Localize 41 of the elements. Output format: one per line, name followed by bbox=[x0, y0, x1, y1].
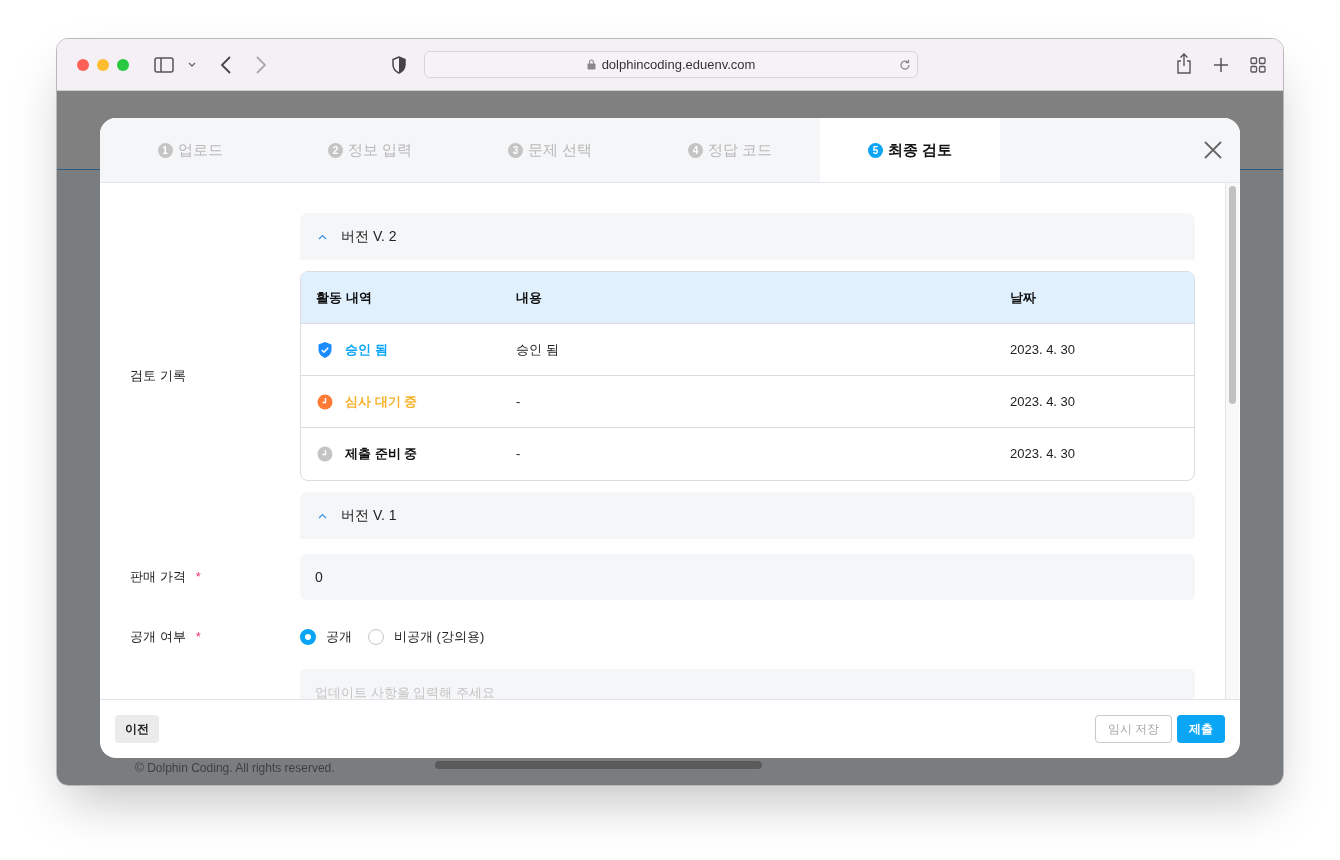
share-icon[interactable] bbox=[1176, 53, 1192, 75]
table-cell-text: 2023. 4. 30 bbox=[1009, 392, 1077, 411]
step-tab[interactable]: 5 최종 검토 bbox=[820, 118, 1000, 182]
table-cell-text: 2023. 4. 30 bbox=[1009, 445, 1077, 464]
plus-icon[interactable] bbox=[1214, 58, 1228, 72]
radio-option[interactable]: 공개 bbox=[300, 627, 352, 647]
radio-option[interactable]: 비공개 (강의용) bbox=[368, 627, 485, 647]
version-header[interactable]: 버전 V. 2 bbox=[300, 213, 1195, 260]
clock-icon bbox=[317, 445, 333, 463]
price-field[interactable]: 0 bbox=[300, 554, 1195, 600]
table-cell-text: 2023. 4. 30 bbox=[1009, 340, 1077, 359]
chevron-down-icon[interactable] bbox=[188, 62, 196, 68]
status-text: 제출 준비 중 bbox=[345, 445, 418, 464]
column-header: 내용 bbox=[515, 288, 543, 307]
required-mark: * bbox=[195, 628, 201, 647]
status-text: 심사 대기 중 bbox=[345, 392, 418, 411]
tab-overview-icon[interactable] bbox=[1250, 57, 1266, 73]
column-header: 날짜 bbox=[1009, 288, 1037, 307]
address-bar[interactable]: dolphincoding.eduenv.com bbox=[424, 51, 918, 78]
sidebar-icon[interactable] bbox=[154, 57, 174, 73]
table-cell-text: 승인 됨 bbox=[515, 340, 560, 359]
back-icon[interactable] bbox=[220, 55, 232, 75]
close-window-icon[interactable] bbox=[77, 59, 89, 71]
url-text: dolphincoding.eduenv.com bbox=[601, 55, 756, 74]
table-cell-text: - bbox=[515, 445, 522, 464]
field-label: 판매 가격 bbox=[130, 568, 186, 587]
scrollbar-thumb[interactable] bbox=[1229, 186, 1236, 404]
required-mark: * bbox=[195, 568, 201, 587]
table-cell-text: - bbox=[515, 392, 522, 411]
copyright-text: © Dolphin Coding. All rights reserved. bbox=[135, 761, 335, 775]
lock-icon bbox=[586, 59, 596, 70]
column-header: 활동 내역 bbox=[315, 288, 373, 307]
previous-button[interactable]: 이전 bbox=[115, 715, 159, 743]
reload-icon[interactable] bbox=[899, 59, 911, 71]
clock-icon bbox=[317, 392, 333, 411]
status-text: 승인 됨 bbox=[345, 340, 388, 359]
field-label: 공개 여부 bbox=[130, 628, 186, 647]
field-label: 검토 기록 bbox=[130, 367, 186, 386]
shield-icon[interactable] bbox=[392, 56, 406, 74]
version-header[interactable]: 버전 V. 1 bbox=[300, 492, 1195, 539]
shield-check-icon bbox=[317, 340, 333, 359]
